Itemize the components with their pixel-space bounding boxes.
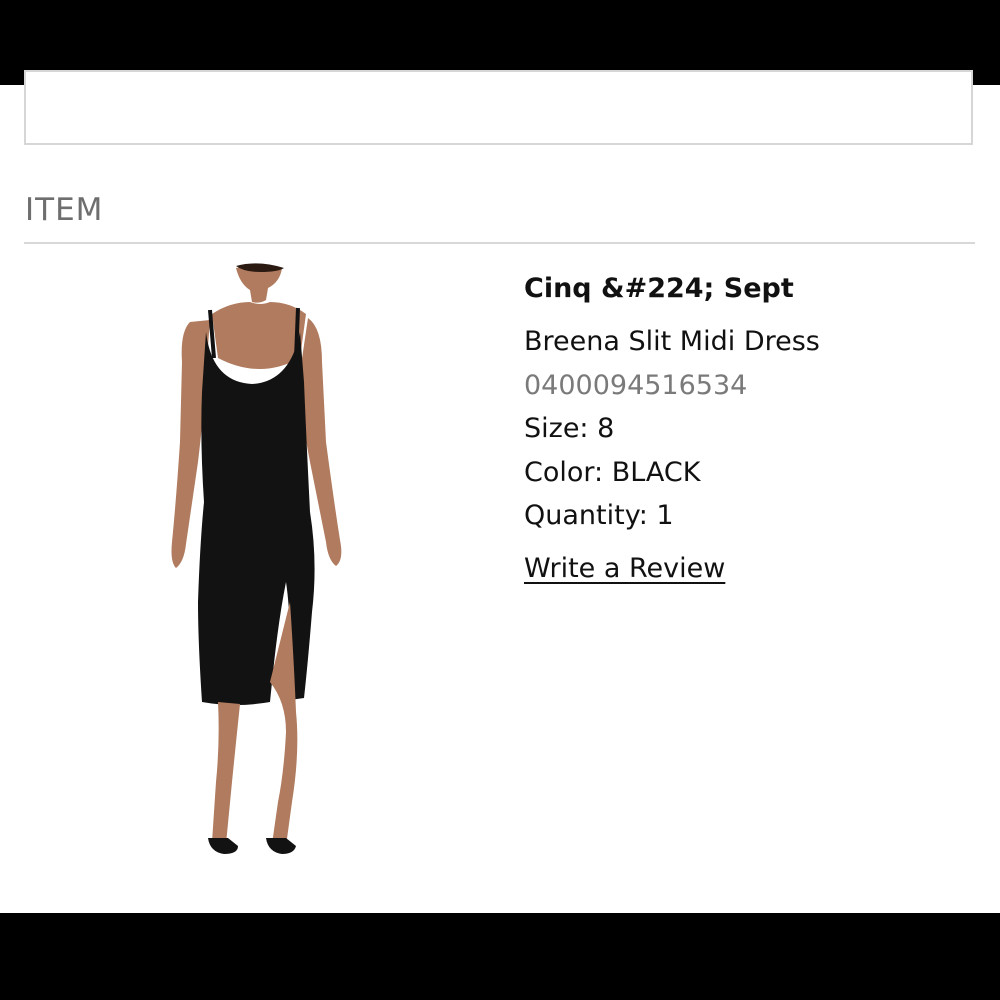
section-title: ITEM bbox=[25, 192, 104, 228]
item-quantity: Quantity: 1 bbox=[524, 500, 674, 531]
order-item-page: ITEM Cinq &#224; Sept Breena Slit Midi D… bbox=[0, 0, 1000, 1000]
previous-section-card bbox=[24, 70, 973, 145]
item-name: Breena Slit Midi Dress bbox=[524, 326, 820, 357]
dress-illustration bbox=[171, 263, 342, 854]
write-review-link[interactable]: Write a Review bbox=[524, 549, 725, 589]
section-divider bbox=[24, 242, 975, 244]
bottom-black-bar bbox=[0, 913, 1000, 1000]
item-details: Cinq &#224; Sept Breena Slit Midi Dress … bbox=[524, 270, 820, 589]
item-sku: 0400094516534 bbox=[524, 369, 748, 401]
item-brand: Cinq &#224; Sept bbox=[524, 273, 794, 304]
product-image[interactable] bbox=[140, 262, 380, 862]
item-color: Color: BLACK bbox=[524, 456, 701, 488]
item-size: Size: 8 bbox=[524, 413, 615, 444]
